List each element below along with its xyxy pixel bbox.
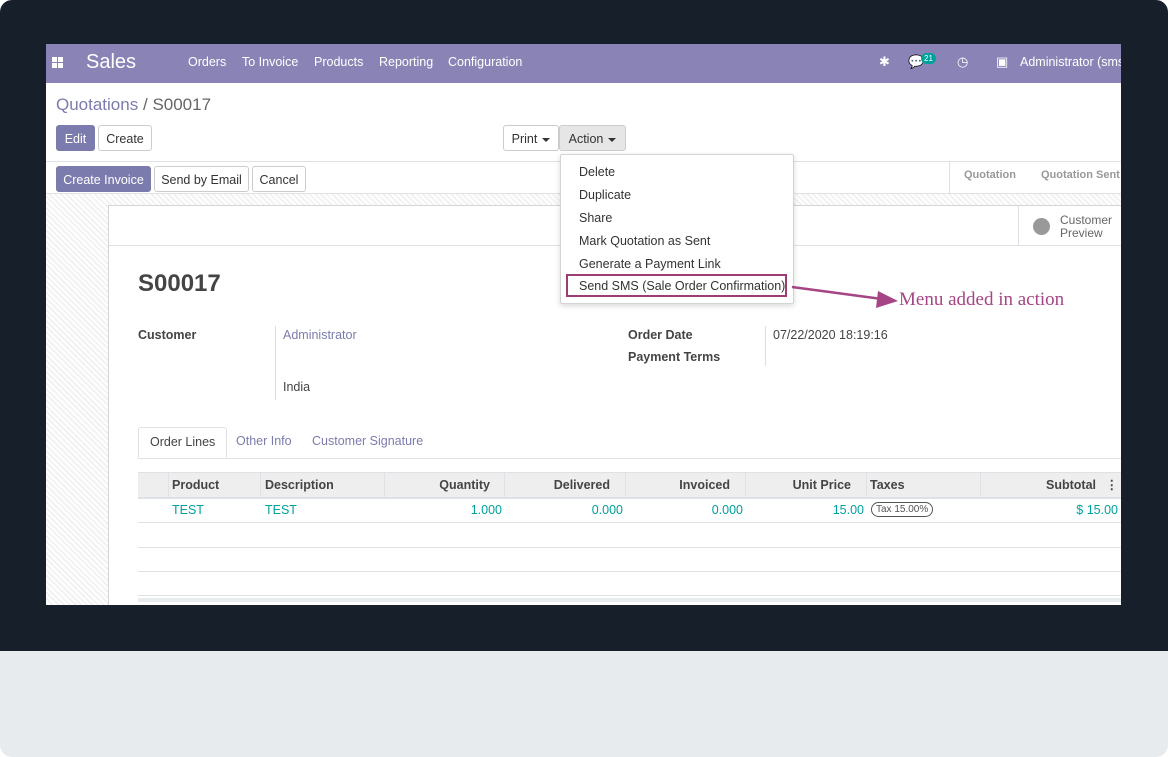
edit-button[interactable]: Edit <box>56 125 95 151</box>
breadcrumb-quotations[interactable]: Quotations <box>56 95 138 114</box>
table-footer <box>138 598 1121 602</box>
notebook-tabs: Order Lines Other Info Customer Signatur… <box>138 427 1121 459</box>
menu-item-duplicate[interactable]: Duplicate <box>579 188 631 202</box>
table-row-empty <box>138 571 1121 596</box>
send-by-email-button[interactable]: Send by Email <box>154 166 249 192</box>
payment-terms-label: Payment Terms <box>628 350 721 364</box>
header-quantity[interactable]: Quantity <box>439 478 490 492</box>
stage-quotation-sent[interactable]: Quotation Sent <box>1041 169 1120 181</box>
menu-configuration[interactable]: Configuration <box>448 55 522 69</box>
stage-quotation[interactable]: Quotation <box>964 169 1016 181</box>
breadcrumb-separator: / <box>142 95 148 114</box>
order-date-value[interactable]: 07/22/2020 18:19:16 <box>773 328 888 342</box>
print-caret-icon <box>542 137 551 142</box>
globe-icon <box>1033 218 1050 235</box>
cell-product[interactable]: TEST <box>172 503 204 517</box>
cell-invoiced[interactable]: 0.000 <box>712 503 743 517</box>
table-header: Product Description Quantity Delivered I… <box>138 472 1121 499</box>
header-product[interactable]: Product <box>172 478 219 492</box>
column-separator <box>260 473 261 497</box>
tab-customer-signature[interactable]: Customer Signature <box>301 427 434 456</box>
action-button[interactable]: Action <box>559 125 626 151</box>
order-date-label: Order Date <box>628 328 693 342</box>
monitor-stand <box>0 651 1168 757</box>
tax-tag[interactable]: Tax 15.00% <box>871 502 934 517</box>
table-row-empty <box>138 523 1121 548</box>
bug-icon[interactable]: ✱ <box>879 54 890 70</box>
cell-delivered[interactable]: 0.000 <box>592 503 623 517</box>
send-sms-highlight-box <box>566 274 787 297</box>
optional-columns-icon[interactable]: ⋮ <box>1106 477 1119 492</box>
column-separator <box>625 473 626 497</box>
stage-divider <box>949 162 950 193</box>
cancel-button[interactable]: Cancel <box>252 166 306 192</box>
chat-count-badge: 21 <box>921 53 936 64</box>
tab-order-lines[interactable]: Order Lines <box>138 427 228 458</box>
column-separator <box>168 473 169 497</box>
menu-to-invoice[interactable]: To Invoice <box>242 55 298 69</box>
cell-quantity[interactable]: 1.000 <box>471 503 502 517</box>
menu-reporting[interactable]: Reporting <box>379 55 433 69</box>
clock-icon[interactable]: ◷ <box>957 54 968 70</box>
action-label: Action <box>568 132 604 146</box>
preview-line2: Preview <box>1060 226 1103 240</box>
order-date-divider <box>765 326 766 366</box>
preview-line1: Customer <box>1060 213 1113 227</box>
header-taxes[interactable]: Taxes <box>870 478 905 492</box>
header-unit-price[interactable]: Unit Price <box>793 478 851 492</box>
column-separator <box>745 473 746 497</box>
app-brand[interactable]: Sales <box>86 51 136 74</box>
header-invoiced[interactable]: Invoiced <box>679 478 730 492</box>
print-label: Print <box>511 132 538 146</box>
tab-other-info[interactable]: Other Info <box>225 427 303 456</box>
column-separator <box>980 473 981 497</box>
menu-item-mark-sent[interactable]: Mark Quotation as Sent <box>579 234 710 248</box>
header-subtotal[interactable]: Subtotal <box>1046 478 1096 492</box>
menu-item-payment-link[interactable]: Generate a Payment Link <box>579 257 721 271</box>
table-row[interactable]: TEST TEST 1.000 0.000 0.000 15.00 Tax 15… <box>138 498 1121 523</box>
app-screen: Sales Orders To Invoice Products Reporti… <box>46 44 1121 605</box>
user-menu[interactable]: Administrator (sms_ <box>1020 55 1121 69</box>
column-separator <box>504 473 505 497</box>
header-delivered[interactable]: Delivered <box>554 478 610 492</box>
print-button[interactable]: Print <box>503 125 559 151</box>
breadcrumb: Quotations / S00017 <box>56 95 211 115</box>
cell-unit-price[interactable]: 15.00 <box>833 503 864 517</box>
action-caret-icon <box>608 137 617 142</box>
top-navbar: Sales Orders To Invoice Products Reporti… <box>46 44 1121 83</box>
customer-divider <box>275 326 276 400</box>
customer-link[interactable]: Administrator <box>283 328 357 342</box>
annotation-text: Menu added in action <box>899 289 1065 310</box>
cell-subtotal: $ 15.00 <box>1076 503 1118 517</box>
breadcrumb-current: S00017 <box>152 95 212 114</box>
create-button[interactable]: Create <box>98 125 152 151</box>
company-icon[interactable]: ▣ <box>996 54 1008 70</box>
customer-country: India <box>283 380 311 394</box>
apps-menu-icon[interactable] <box>52 57 63 68</box>
header-description[interactable]: Description <box>265 478 334 492</box>
column-separator <box>866 473 867 497</box>
menu-orders[interactable]: Orders <box>188 55 226 69</box>
cell-description[interactable]: TEST <box>265 503 297 517</box>
column-separator <box>384 473 385 497</box>
menu-products[interactable]: Products <box>314 55 363 69</box>
menu-item-delete[interactable]: Delete <box>579 165 615 179</box>
record-title: S00017 <box>138 270 221 297</box>
customer-preview-button[interactable]: Customer Preview <box>1018 206 1121 245</box>
create-invoice-button[interactable]: Create Invoice <box>56 166 151 192</box>
annotation-arrow-icon <box>791 285 898 308</box>
customer-label: Customer <box>138 328 197 342</box>
table-row-empty <box>138 547 1121 572</box>
menu-item-share[interactable]: Share <box>579 211 612 225</box>
customer-preview-label: Customer Preview <box>1060 214 1120 240</box>
